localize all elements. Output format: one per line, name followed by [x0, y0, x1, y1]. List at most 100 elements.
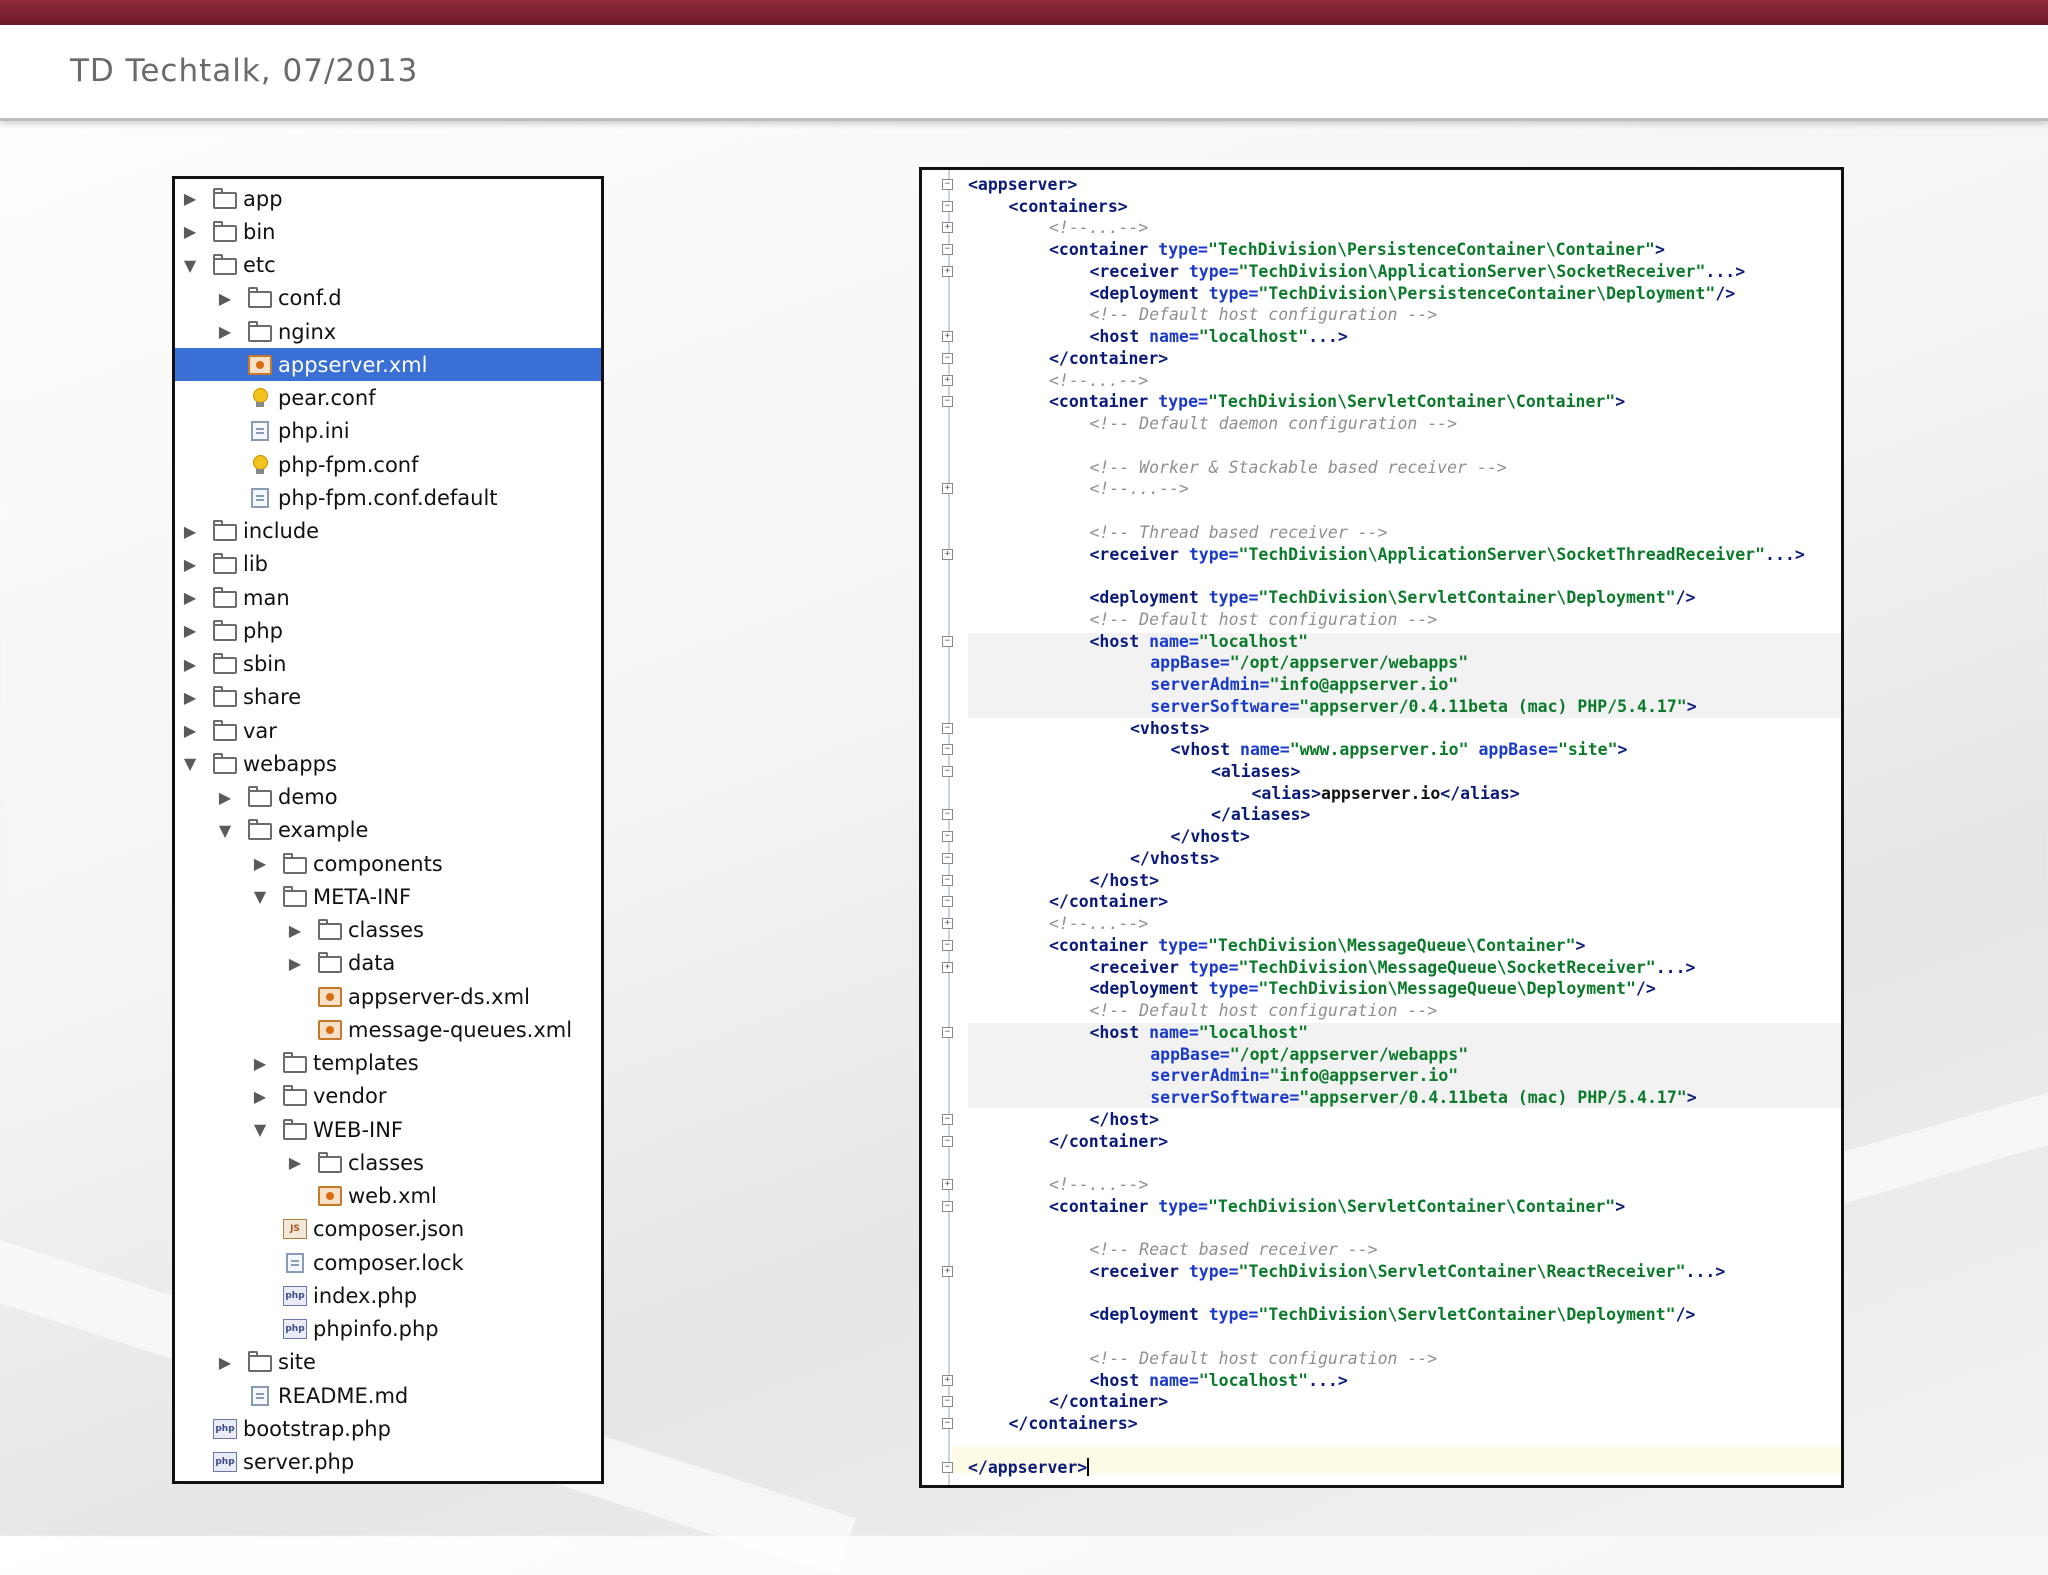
tree-item-var[interactable]: ▶ var	[175, 714, 601, 747]
fold-collapse-icon[interactable]: −	[942, 744, 953, 756]
collapse-arrow-icon[interactable]: ▼	[214, 821, 236, 840]
expand-arrow-icon[interactable]: ▶	[179, 588, 201, 607]
tree-item-composer-lock[interactable]: composer.lock	[175, 1246, 601, 1279]
fold-collapse-icon[interactable]: −	[942, 939, 953, 951]
expand-arrow-icon[interactable]: ▶	[249, 854, 271, 873]
fold-collapse-icon[interactable]: −	[942, 1418, 953, 1430]
fold-collapse-icon[interactable]: −	[942, 244, 953, 256]
fold-collapse-icon[interactable]: −	[942, 200, 953, 212]
tree-item-example[interactable]: ▼ example	[175, 814, 601, 847]
expand-arrow-icon[interactable]: ▶	[214, 1353, 236, 1372]
expand-arrow-icon[interactable]: ▶	[179, 688, 201, 707]
tree-item-pear-conf[interactable]: pear.conf	[175, 382, 601, 415]
tree-item-index-php[interactable]: php index.php	[175, 1279, 601, 1312]
fold-collapse-icon[interactable]: −	[942, 852, 953, 864]
fold-expand-icon[interactable]: +	[942, 374, 953, 386]
collapse-arrow-icon[interactable]: ▼	[179, 256, 201, 275]
expand-arrow-icon[interactable]: ▶	[179, 655, 201, 674]
code-token: name=	[1240, 740, 1290, 760]
fold-collapse-icon[interactable]: −	[942, 1200, 953, 1212]
expand-arrow-icon[interactable]: ▶	[249, 1087, 271, 1106]
tree-item-demo[interactable]: ▶ demo	[175, 781, 601, 814]
fold-collapse-icon[interactable]: −	[942, 1135, 953, 1147]
fold-expand-icon[interactable]: +	[942, 1374, 953, 1386]
fold-expand-icon[interactable]: +	[942, 918, 953, 930]
tree-item-phpinfo-php[interactable]: php phpinfo.php	[175, 1313, 601, 1346]
fold-collapse-icon[interactable]: −	[942, 809, 953, 821]
tree-item-share[interactable]: ▶ share	[175, 681, 601, 714]
fold-collapse-icon[interactable]: −	[942, 1113, 953, 1125]
tree-item-message-queues-xml[interactable]: message-queues.xml	[175, 1013, 601, 1046]
tree-item-readme-md[interactable]: README.md	[175, 1379, 601, 1412]
expand-arrow-icon[interactable]: ▶	[179, 721, 201, 740]
expand-arrow-icon[interactable]: ▶	[179, 555, 201, 574]
code-token: >	[1575, 935, 1586, 955]
expand-arrow-icon[interactable]: ▶	[284, 954, 306, 973]
fold-collapse-icon[interactable]: −	[942, 874, 953, 886]
fold-collapse-icon[interactable]: −	[942, 722, 953, 734]
fold-collapse-icon[interactable]: −	[942, 635, 953, 647]
fold-expand-icon[interactable]: +	[942, 331, 953, 343]
expand-arrow-icon[interactable]: ▶	[214, 322, 236, 341]
tree-item-php-fpm-conf[interactable]: php-fpm.conf	[175, 448, 601, 481]
fold-collapse-icon[interactable]: −	[942, 1396, 953, 1408]
expand-arrow-icon[interactable]: ▶	[179, 222, 201, 241]
tree-item-webapps[interactable]: ▼ webapps	[175, 747, 601, 780]
tree-item-bootstrap-php[interactable]: php bootstrap.php	[175, 1412, 601, 1445]
fold-expand-icon[interactable]: +	[942, 961, 953, 973]
fold-collapse-icon[interactable]: −	[942, 396, 953, 408]
fold-collapse-icon[interactable]: −	[942, 352, 953, 364]
expand-arrow-icon[interactable]: ▶	[284, 921, 306, 940]
tree-item-sbin[interactable]: ▶ sbin	[175, 648, 601, 681]
tree-item-composer-json[interactable]: JS composer.json	[175, 1213, 601, 1246]
fold-expand-icon[interactable]: +	[942, 548, 953, 560]
tree-item-vendor[interactable]: ▶ vendor	[175, 1080, 601, 1113]
expand-arrow-icon[interactable]: ▶	[284, 1153, 306, 1172]
fold-collapse-icon[interactable]: −	[942, 896, 953, 908]
tree-item-lib[interactable]: ▶ lib	[175, 548, 601, 581]
tree-item-data[interactable]: ▶ data	[175, 947, 601, 980]
fold-collapse-icon[interactable]: −	[942, 1026, 953, 1038]
tree-item-web-xml[interactable]: web.xml	[175, 1180, 601, 1213]
fold-expand-icon[interactable]: +	[942, 483, 953, 495]
tree-item-web-inf[interactable]: ▼ WEB-INF	[175, 1113, 601, 1146]
tree-item-appserver-xml[interactable]: appserver.xml	[175, 348, 601, 382]
code-token: "TechDivision\ApplicationServer\SocketRe…	[1238, 261, 1706, 281]
fold-expand-icon[interactable]: +	[942, 265, 953, 277]
tree-item-classes[interactable]: ▶ classes	[175, 914, 601, 947]
tree-item-conf-d[interactable]: ▶ conf.d	[175, 282, 601, 315]
fold-expand-icon[interactable]: +	[942, 222, 953, 234]
collapse-arrow-icon[interactable]: ▼	[249, 1120, 271, 1139]
expand-arrow-icon[interactable]: ▶	[214, 289, 236, 308]
xml-code-editor[interactable]: − <appserver> − <containers> + <!--...--> − <co…	[919, 167, 1844, 1488]
tree-item-classes[interactable]: ▶ classes	[175, 1146, 601, 1179]
tree-item-php[interactable]: ▶ php	[175, 614, 601, 647]
tree-item-php-fpm-conf-default[interactable]: php-fpm.conf.default	[175, 481, 601, 514]
fold-expand-icon[interactable]: +	[942, 1179, 953, 1191]
collapse-arrow-icon[interactable]: ▼	[249, 887, 271, 906]
fold-collapse-icon[interactable]: −	[942, 831, 953, 843]
tree-item-app[interactable]: ▶ app	[175, 182, 601, 215]
collapse-arrow-icon[interactable]: ▼	[179, 754, 201, 773]
expand-arrow-icon[interactable]: ▶	[214, 788, 236, 807]
expand-arrow-icon[interactable]: ▶	[179, 522, 201, 541]
fold-collapse-icon[interactable]: −	[942, 1461, 953, 1473]
expand-arrow-icon[interactable]: ▶	[179, 189, 201, 208]
tree-item-site[interactable]: ▶ site	[175, 1346, 601, 1379]
expand-arrow-icon[interactable]: ▶	[179, 621, 201, 640]
tree-item-include[interactable]: ▶ include	[175, 515, 601, 548]
tree-item-etc[interactable]: ▼ etc	[175, 249, 601, 282]
tree-item-templates[interactable]: ▶ templates	[175, 1047, 601, 1080]
tree-item-components[interactable]: ▶ components	[175, 847, 601, 880]
tree-item-nginx[interactable]: ▶ nginx	[175, 315, 601, 348]
tree-item-php-ini[interactable]: php.ini	[175, 415, 601, 448]
tree-item-appserver-ds-xml[interactable]: appserver-ds.xml	[175, 980, 601, 1013]
fold-collapse-icon[interactable]: −	[942, 765, 953, 777]
fold-collapse-icon[interactable]: −	[942, 179, 953, 190]
expand-arrow-icon[interactable]: ▶	[249, 1054, 271, 1073]
tree-item-man[interactable]: ▶ man	[175, 581, 601, 614]
fold-expand-icon[interactable]: +	[942, 1266, 953, 1277]
tree-item-bin[interactable]: ▶ bin	[175, 215, 601, 248]
tree-item-server-php[interactable]: php server.php	[175, 1446, 601, 1479]
tree-item-meta-inf[interactable]: ▼ META-INF	[175, 880, 601, 913]
